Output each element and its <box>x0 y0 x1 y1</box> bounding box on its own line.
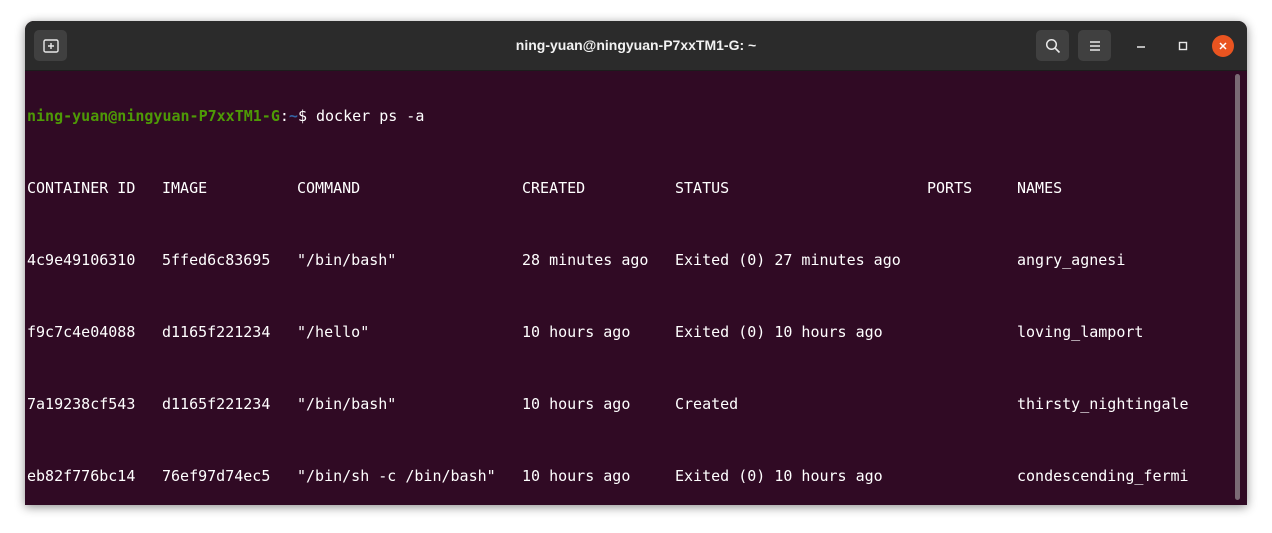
minimize-button[interactable] <box>1130 35 1152 57</box>
header-names: NAMES <box>1017 179 1063 197</box>
prompt-path: ~ <box>288 107 298 125</box>
cell-status: Created <box>675 395 739 413</box>
cell-command: "/bin/bash" <box>297 251 397 269</box>
cell-container-id: f9c7c4e04088 <box>27 323 136 341</box>
cell-status: Exited (0) 27 minutes ago <box>675 251 901 269</box>
cell-status: Exited (0) 10 hours ago <box>675 467 883 485</box>
terminal-window: ning-yuan@ningyuan-P7xxTM1-G: ~ ning-yua… <box>25 21 1247 505</box>
header-command: COMMAND <box>297 179 361 197</box>
header-ports: PORTS <box>927 179 973 197</box>
cell-command: "/hello" <box>297 323 370 341</box>
scrollbar[interactable] <box>1235 74 1240 500</box>
cell-image: d1165f221234 <box>162 395 271 413</box>
cell-container-id: 4c9e49106310 <box>27 251 136 269</box>
prompt-user-host: ning-yuan@ningyuan-P7xxTM1-G <box>27 107 280 125</box>
cell-status: Exited (0) 10 hours ago <box>675 323 883 341</box>
cell-names: thirsty_nightingale <box>1017 395 1189 413</box>
cell-created: 10 hours ago <box>522 395 631 413</box>
table-row: f9c7c4e04088 d1165f221234 "/hello" 10 ho… <box>27 323 1227 341</box>
header-created: CREATED <box>522 179 586 197</box>
close-icon <box>1219 42 1227 50</box>
search-button[interactable] <box>1036 30 1069 61</box>
cell-created: 28 minutes ago <box>522 251 649 269</box>
cell-image: 76ef97d74ec5 <box>162 467 271 485</box>
command-text: docker ps -a <box>316 107 425 125</box>
table-row: 7a19238cf543 d1165f221234 "/bin/bash" 10… <box>27 395 1227 413</box>
table-row: eb82f776bc14 76ef97d74ec5 "/bin/sh -c /b… <box>27 467 1227 485</box>
header-status: STATUS <box>675 179 730 197</box>
cell-command: "/bin/sh -c /bin/bash" <box>297 467 496 485</box>
maximize-button[interactable] <box>1172 35 1194 57</box>
new-tab-button[interactable] <box>34 30 67 61</box>
terminal-output[interactable]: ning-yuan@ningyuan-P7xxTM1-G:~$ docker p… <box>27 71 1227 501</box>
menu-button[interactable] <box>1078 30 1111 61</box>
cell-container-id: 7a19238cf543 <box>27 395 136 413</box>
new-tab-icon <box>42 38 59 53</box>
table-row: 4c9e49106310 5ffed6c83695 "/bin/bash" 28… <box>27 251 1227 269</box>
search-icon <box>1045 38 1060 53</box>
cell-image: 5ffed6c83695 <box>162 251 271 269</box>
cell-names: loving_lamport <box>1017 323 1144 341</box>
cell-image: d1165f221234 <box>162 323 271 341</box>
header-container-id: CONTAINER ID <box>27 179 136 197</box>
prompt-symbol: $ <box>297 107 316 125</box>
cell-names: condescending_fermi <box>1017 467 1189 485</box>
minimize-icon <box>1137 46 1145 48</box>
maximize-icon <box>1178 41 1188 51</box>
cell-command: "/bin/bash" <box>297 395 397 413</box>
header-image: IMAGE <box>162 179 208 197</box>
command-line: ning-yuan@ningyuan-P7xxTM1-G:~$ docker p… <box>27 107 1227 125</box>
cell-container-id: eb82f776bc14 <box>27 467 136 485</box>
cell-names: angry_agnesi <box>1017 251 1126 269</box>
table-header-row: CONTAINER ID IMAGE COMMAND CREATED STATU… <box>27 179 1227 197</box>
titlebar[interactable]: ning-yuan@ningyuan-P7xxTM1-G: ~ <box>25 21 1247 71</box>
prompt-separator: : <box>279 107 289 125</box>
close-button[interactable] <box>1212 35 1234 57</box>
hamburger-menu-icon <box>1089 40 1100 51</box>
cell-created: 10 hours ago <box>522 467 631 485</box>
cell-created: 10 hours ago <box>522 323 631 341</box>
